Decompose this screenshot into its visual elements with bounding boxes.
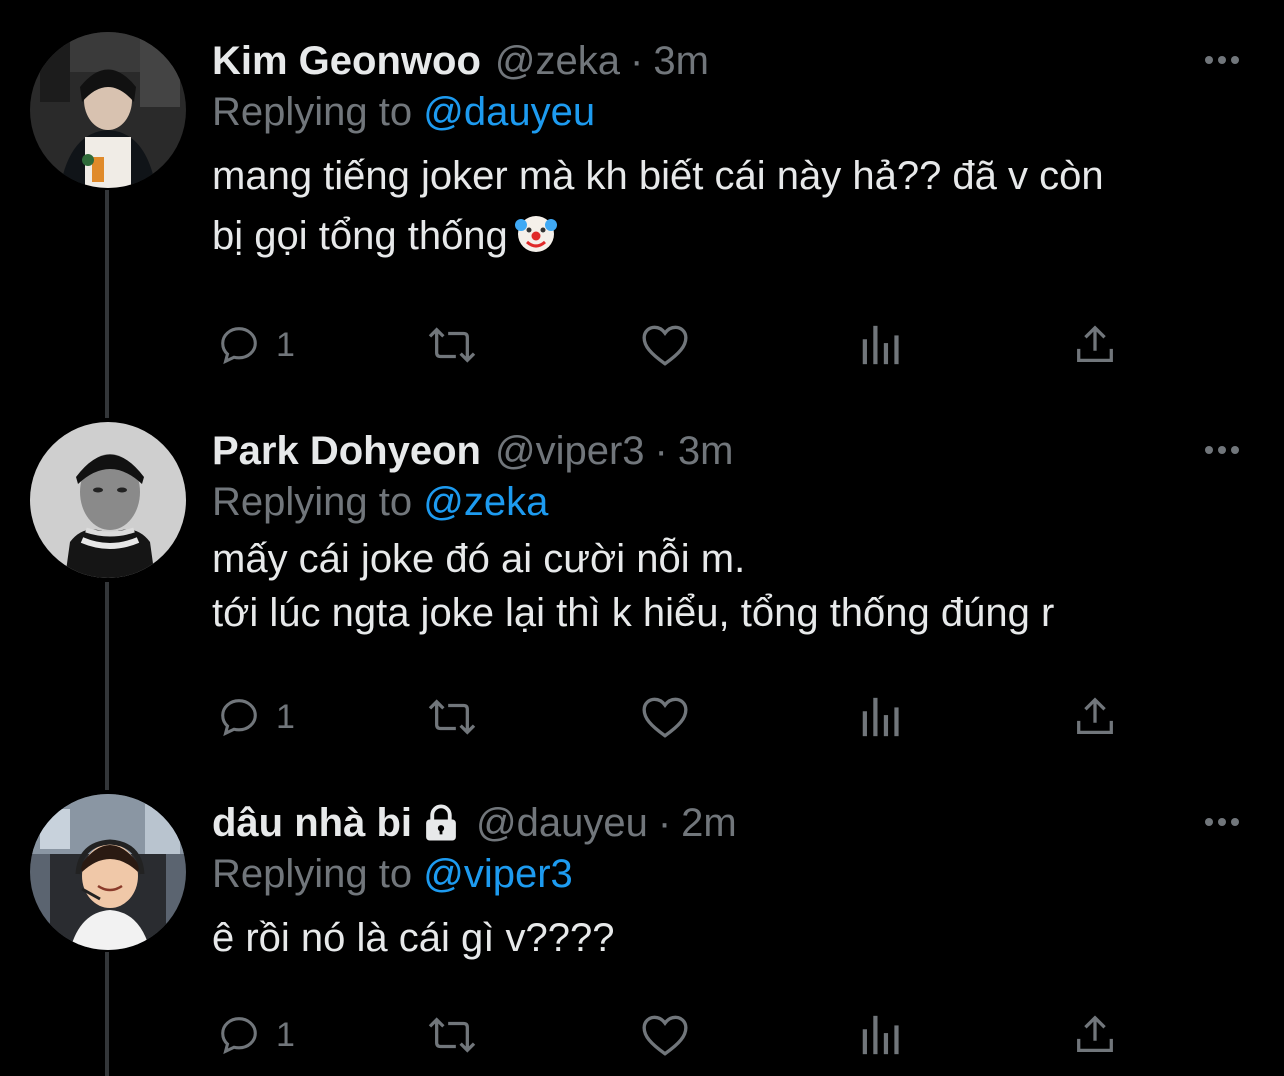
replying-to: Replying to @zeka	[212, 476, 1244, 528]
display-name[interactable]: Kim Geonwoo	[212, 36, 481, 86]
retweet-icon	[428, 327, 476, 363]
share-icon	[1077, 325, 1113, 362]
avatar[interactable]	[30, 422, 186, 578]
tweet-text: mấy cái joke đó ai cười nỗi m. tới lúc n…	[212, 532, 1244, 640]
tweet-text-line: bị gọi tổng thống	[212, 206, 1244, 266]
like-icon	[642, 697, 688, 738]
replying-to: Replying to @dauyeu	[212, 86, 1244, 138]
like-icon	[642, 1015, 688, 1056]
reply-icon	[221, 327, 257, 365]
thread-line	[105, 582, 109, 790]
replying-to-link[interactable]: @dauyeu	[423, 90, 595, 134]
timestamp[interactable]: 3m	[653, 36, 709, 86]
tweet-text-line: mang tiếng joker mà kh biết cái này hả??…	[212, 154, 1104, 198]
tweet-header: Park Dohyeon @viper3 · 3m	[212, 426, 1244, 476]
display-name[interactable]: dâu nhà bi	[212, 798, 412, 848]
like-button[interactable]	[640, 322, 690, 368]
tweet-text: ê rồi nó là cái gì v????	[212, 908, 1244, 968]
timestamp[interactable]: 2m	[681, 798, 737, 848]
reply-count: 1	[276, 697, 295, 736]
share-icon	[1077, 1015, 1113, 1052]
tweet-text-line: bị gọi tổng thống	[212, 214, 508, 258]
user-handle[interactable]: @dauyeu	[476, 798, 648, 848]
like-button[interactable]	[640, 694, 690, 740]
replying-prefix: Replying to	[212, 852, 413, 896]
reply-count: 1	[276, 1015, 295, 1054]
tweet-text: mang tiếng joker mà kh biết cái này hả??…	[212, 146, 1244, 266]
tweet-text-line: tới lúc ngta joke lại thì k hiểu, tổng t…	[212, 591, 1055, 635]
avatar[interactable]	[30, 32, 186, 188]
retweet-button[interactable]	[424, 694, 480, 740]
tweet-actions: 1	[212, 694, 1122, 744]
separator-dot: ·	[657, 801, 672, 845]
timestamp[interactable]: 3m	[678, 426, 734, 476]
share-icon	[1077, 697, 1113, 734]
more-icon[interactable]	[1200, 800, 1244, 844]
like-icon	[642, 325, 688, 366]
more-icon[interactable]	[1200, 428, 1244, 472]
like-button[interactable]	[640, 1012, 690, 1058]
replying-to: Replying to @viper3	[212, 848, 1244, 900]
retweet-icon	[428, 1017, 476, 1053]
reply-button[interactable]: 1	[216, 322, 295, 368]
separator-dot: ·	[654, 429, 668, 473]
replying-to-link[interactable]: @viper3	[423, 852, 573, 896]
tweet-actions: 1	[212, 322, 1122, 372]
tweet-text-line: mấy cái joke đó ai cười nỗi m.	[212, 537, 746, 581]
more-icon[interactable]	[1200, 38, 1244, 82]
share-button[interactable]	[1072, 1012, 1118, 1058]
analytics-icon	[862, 1015, 899, 1055]
reply-icon	[221, 699, 257, 737]
share-button[interactable]	[1072, 694, 1118, 740]
analytics-button[interactable]	[858, 1012, 902, 1058]
replying-to-link[interactable]: @zeka	[423, 480, 548, 524]
avatar[interactable]	[30, 794, 186, 950]
display-name[interactable]: Park Dohyeon	[212, 426, 481, 476]
analytics-button[interactable]	[858, 322, 902, 368]
analytics-icon	[862, 697, 899, 737]
separator-dot: ·	[630, 39, 644, 83]
analytics-button[interactable]	[858, 694, 902, 740]
tweet-text-line: ê rồi nó là cái gì v????	[212, 916, 615, 960]
retweet-button[interactable]	[424, 322, 480, 368]
thread-line	[105, 190, 109, 418]
reply-icon	[221, 1017, 257, 1055]
clown-face-icon	[514, 216, 557, 252]
retweet-button[interactable]	[424, 1012, 480, 1058]
share-button[interactable]	[1072, 322, 1118, 368]
tweet-header: dâu nhà bi @dauyeu · 2m	[212, 798, 1244, 848]
reply-count: 1	[276, 325, 295, 364]
replying-prefix: Replying to	[212, 480, 413, 524]
lock-icon	[426, 804, 456, 841]
thread-line	[105, 952, 109, 1076]
reply-button[interactable]: 1	[216, 694, 295, 740]
analytics-icon	[862, 325, 899, 365]
retweet-icon	[428, 699, 476, 735]
replying-prefix: Replying to	[212, 90, 413, 134]
tweet-header: Kim Geonwoo @zeka · 3m	[212, 36, 1244, 86]
tweet-actions: 1	[212, 1012, 1122, 1062]
user-handle[interactable]: @viper3	[495, 426, 645, 476]
reply-button[interactable]: 1	[216, 1012, 295, 1058]
user-handle[interactable]: @zeka	[495, 36, 620, 86]
